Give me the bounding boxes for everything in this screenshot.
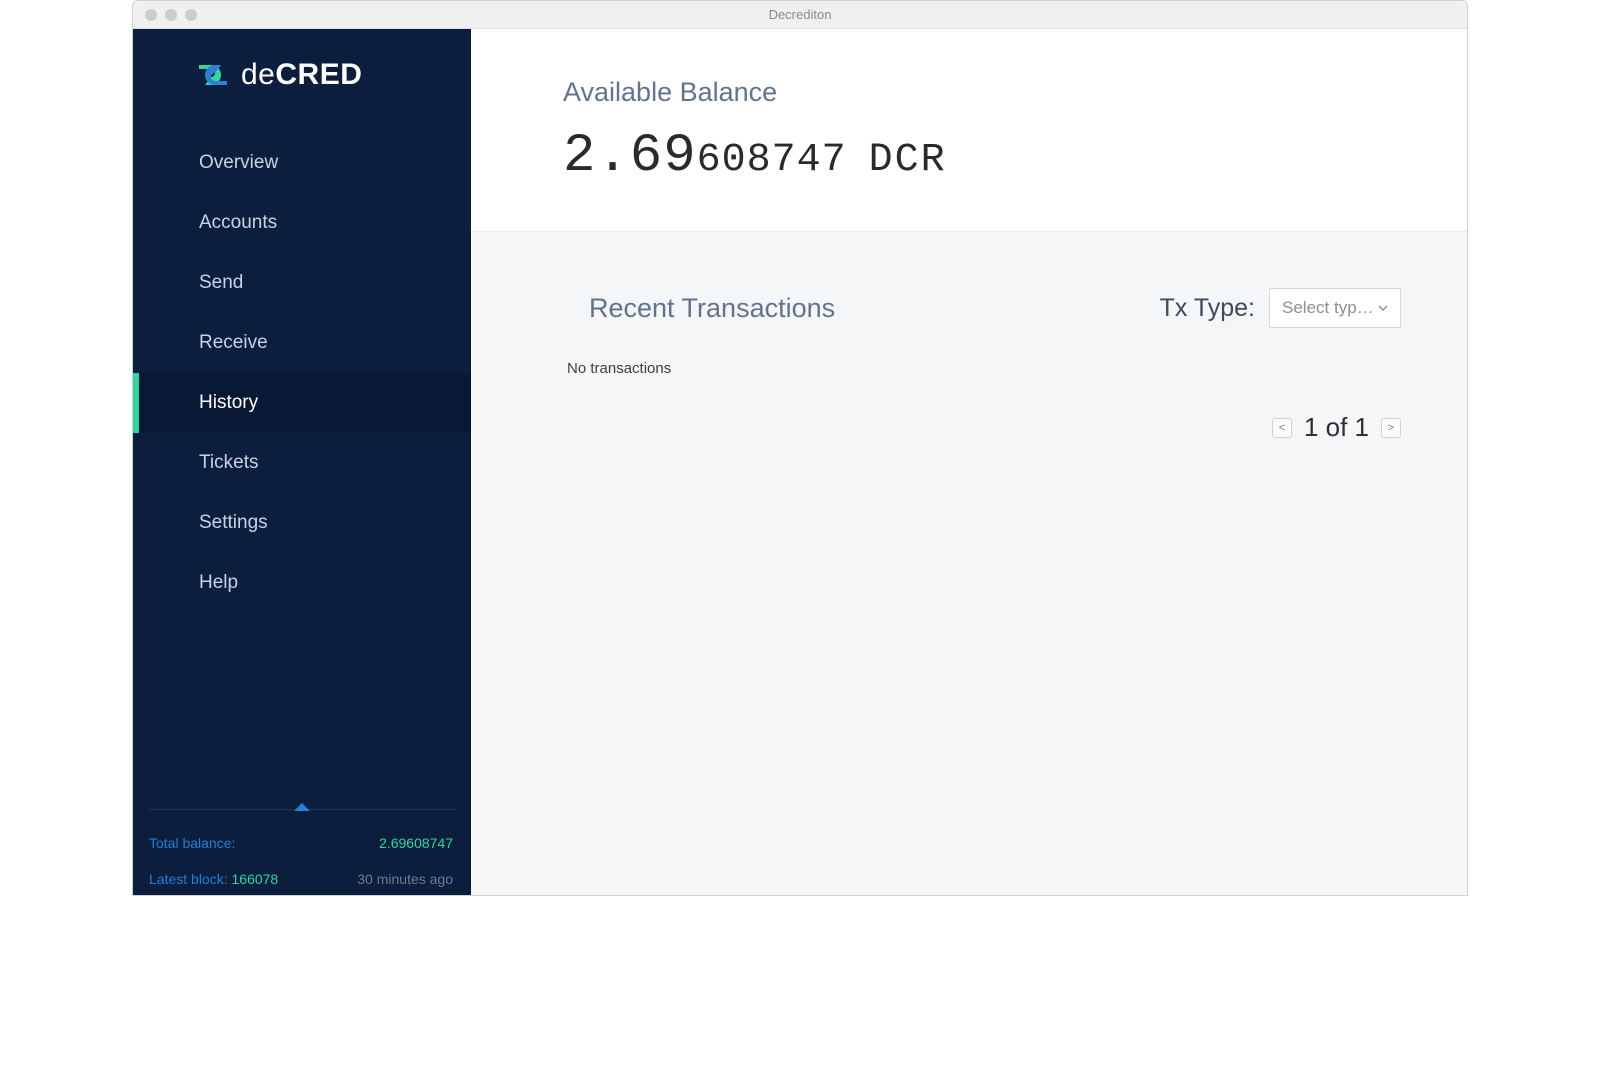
- balance-integer: 2.69: [563, 126, 697, 187]
- total-balance-value: 2.69608747: [379, 835, 453, 851]
- tx-type-label: Tx Type:: [1160, 294, 1255, 323]
- sidebar: deCRED Overview Accounts Send Receive Hi…: [133, 29, 471, 895]
- pagination: < 1 of 1 >: [1272, 412, 1401, 443]
- transactions-empty-text: No transactions: [567, 360, 1401, 377]
- tx-type-select-value: Select typ…: [1282, 298, 1374, 318]
- transactions-title: Recent Transactions: [589, 293, 835, 324]
- caret-up-icon[interactable]: [294, 803, 310, 811]
- latest-block-label: Latest block: 166078: [149, 871, 278, 887]
- app-body: deCRED Overview Accounts Send Receive Hi…: [133, 29, 1467, 895]
- balance-panel: Available Balance 2.69608747 DCR: [471, 29, 1467, 232]
- sidebar-divider: [133, 809, 471, 823]
- latest-block-link[interactable]: 166078: [232, 871, 279, 887]
- transactions-header-row: Recent Transactions Tx Type: Select typ…: [589, 288, 1401, 328]
- tx-type-select[interactable]: Select typ…: [1269, 288, 1401, 328]
- page-indicator: 1 of 1: [1304, 412, 1369, 443]
- balance-decimals: 608747: [697, 138, 847, 183]
- window-controls: [133, 9, 197, 21]
- titlebar: Decrediton: [133, 1, 1467, 29]
- main-content: Available Balance 2.69608747 DCR Recent …: [471, 29, 1467, 895]
- balance-amount: 2.69608747 DCR: [563, 126, 1467, 187]
- transactions-panel: Recent Transactions Tx Type: Select typ……: [471, 232, 1467, 895]
- sidebar-item-history[interactable]: History: [133, 373, 471, 433]
- sidebar-item-receive[interactable]: Receive: [133, 313, 471, 373]
- balance-label: Available Balance: [563, 77, 1467, 108]
- window-title: Decrediton: [769, 7, 832, 22]
- page-prev-button[interactable]: <: [1272, 418, 1292, 438]
- close-window-button[interactable]: [145, 9, 157, 21]
- app-window: Decrediton deCRED Overview Accounts Send…: [132, 0, 1468, 896]
- sidebar-item-settings[interactable]: Settings: [133, 493, 471, 553]
- sidebar-item-tickets[interactable]: Tickets: [133, 433, 471, 493]
- sidebar-item-accounts[interactable]: Accounts: [133, 193, 471, 253]
- balance-unit: DCR: [869, 138, 947, 183]
- sidebar-item-overview[interactable]: Overview: [133, 133, 471, 193]
- tx-type-filter: Tx Type: Select typ…: [1160, 288, 1401, 328]
- sidebar-item-send[interactable]: Send: [133, 253, 471, 313]
- decred-logo-icon: [195, 57, 231, 93]
- latest-block-age: 30 minutes ago: [357, 871, 453, 887]
- sidebar-latest-block: Latest block: 166078 30 minutes ago: [133, 859, 471, 895]
- sidebar-total-balance: Total balance: 2.69608747: [133, 823, 471, 859]
- zoom-window-button[interactable]: [185, 9, 197, 21]
- sidebar-nav: Overview Accounts Send Receive History T…: [133, 111, 471, 613]
- brand-logo: deCRED: [133, 29, 471, 111]
- total-balance-label: Total balance:: [149, 835, 235, 851]
- minimize-window-button[interactable]: [165, 9, 177, 21]
- page-next-button[interactable]: >: [1381, 418, 1401, 438]
- sidebar-item-help[interactable]: Help: [133, 553, 471, 613]
- brand-text: deCRED: [241, 58, 362, 92]
- chevron-down-icon: [1378, 303, 1388, 313]
